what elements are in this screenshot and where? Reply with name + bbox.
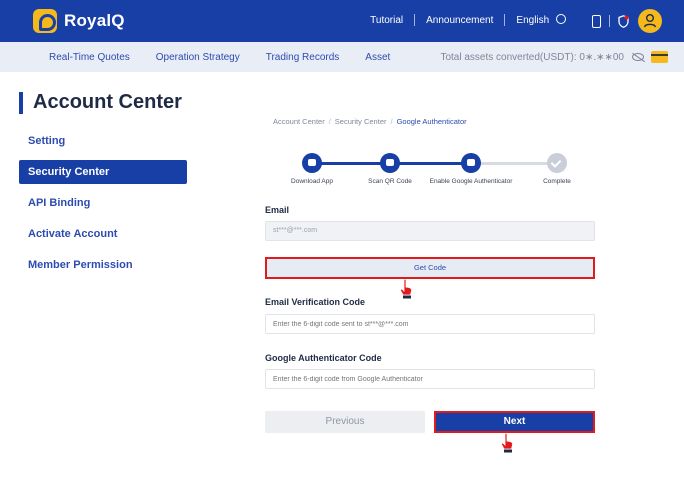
divider: [609, 15, 610, 27]
step-complete-icon: [547, 153, 567, 173]
page-title: Account Center: [19, 91, 182, 114]
step-label: Enable Google Authenticator: [429, 178, 513, 185]
top-icons: [592, 9, 662, 33]
page-title-text: Account Center: [33, 91, 182, 113]
divider: [414, 14, 416, 26]
eye-hidden-icon[interactable]: [632, 53, 644, 61]
step-label: Scan QR Code: [368, 178, 412, 185]
stepper-remaining-line: [471, 162, 557, 165]
email-field: st***@***.com: [265, 221, 595, 241]
sidebar-item-api-binding[interactable]: API Binding: [19, 191, 187, 215]
royalq-logo-icon: [33, 9, 57, 33]
step-download-app-icon: [302, 153, 322, 173]
card-icon[interactable]: [651, 51, 668, 63]
brand-logo[interactable]: RoyalQ: [33, 9, 125, 33]
step-label: Download App: [291, 178, 333, 185]
shield-icon[interactable]: [618, 14, 629, 28]
secondary-navbar: Real-Time Quotes Operation Strategy Trad…: [0, 42, 684, 72]
phone-icon[interactable]: [592, 14, 601, 28]
get-code-button[interactable]: Get Code: [265, 257, 595, 279]
divider: [504, 14, 506, 26]
sidebar-item-activate-account[interactable]: Activate Account: [19, 222, 187, 246]
language-selector[interactable]: English: [516, 14, 566, 26]
total-assets-value: 0∗.∗∗00: [579, 52, 624, 63]
breadcrumb-item[interactable]: Security Center: [335, 117, 387, 126]
nav-trading-records[interactable]: Trading Records: [266, 52, 340, 63]
hand-pointer-icon: [400, 279, 413, 299]
step-scan-qr-icon: [380, 153, 400, 173]
email-code-label: Email Verification Code: [265, 297, 366, 307]
email-label: Email: [265, 205, 290, 215]
globe-icon: [556, 14, 566, 24]
user-avatar-icon[interactable]: [638, 9, 662, 33]
sidebar-item-member-permission[interactable]: Member Permission: [19, 253, 187, 277]
sidebar-item-setting[interactable]: Setting: [19, 129, 187, 153]
step-label: Complete: [543, 178, 571, 185]
previous-button[interactable]: Previous: [265, 411, 425, 433]
ga-code-label: Google Authenticator Code: [265, 353, 382, 363]
email-code-input[interactable]: [265, 314, 595, 334]
secondary-nav-links: Real-Time Quotes Operation Strategy Trad…: [49, 52, 416, 63]
brand-name: RoyalQ: [64, 11, 125, 30]
step-enable-ga-icon: [461, 153, 481, 173]
total-assets-label: Total assets converted(USDT):: [440, 52, 577, 63]
breadcrumb-item[interactable]: Account Center: [273, 117, 325, 126]
sidebar-item-security-center[interactable]: Security Center: [19, 160, 187, 184]
nav-real-time-quotes[interactable]: Real-Time Quotes: [49, 52, 130, 63]
nav-announcement-link[interactable]: Announcement: [426, 15, 493, 26]
breadcrumb-current: Google Authenticator: [396, 117, 467, 126]
next-button[interactable]: Next: [434, 411, 595, 433]
total-assets: Total assets converted(USDT): 0∗.∗∗00: [440, 52, 624, 63]
breadcrumb: Account Center / Security Center / Google Au…: [273, 117, 467, 126]
hand-pointer-icon: [501, 433, 514, 453]
top-nav-links: Tutorial Announcement English: [370, 14, 566, 26]
nav-tutorial-link[interactable]: Tutorial: [370, 15, 403, 26]
top-navbar: RoyalQ Tutorial Announcement English: [0, 0, 684, 42]
ga-code-input[interactable]: [265, 369, 595, 389]
nav-asset[interactable]: Asset: [365, 52, 390, 63]
nav-operation-strategy[interactable]: Operation Strategy: [156, 52, 240, 63]
title-accent-bar: [19, 91, 23, 114]
language-label: English: [516, 15, 550, 26]
